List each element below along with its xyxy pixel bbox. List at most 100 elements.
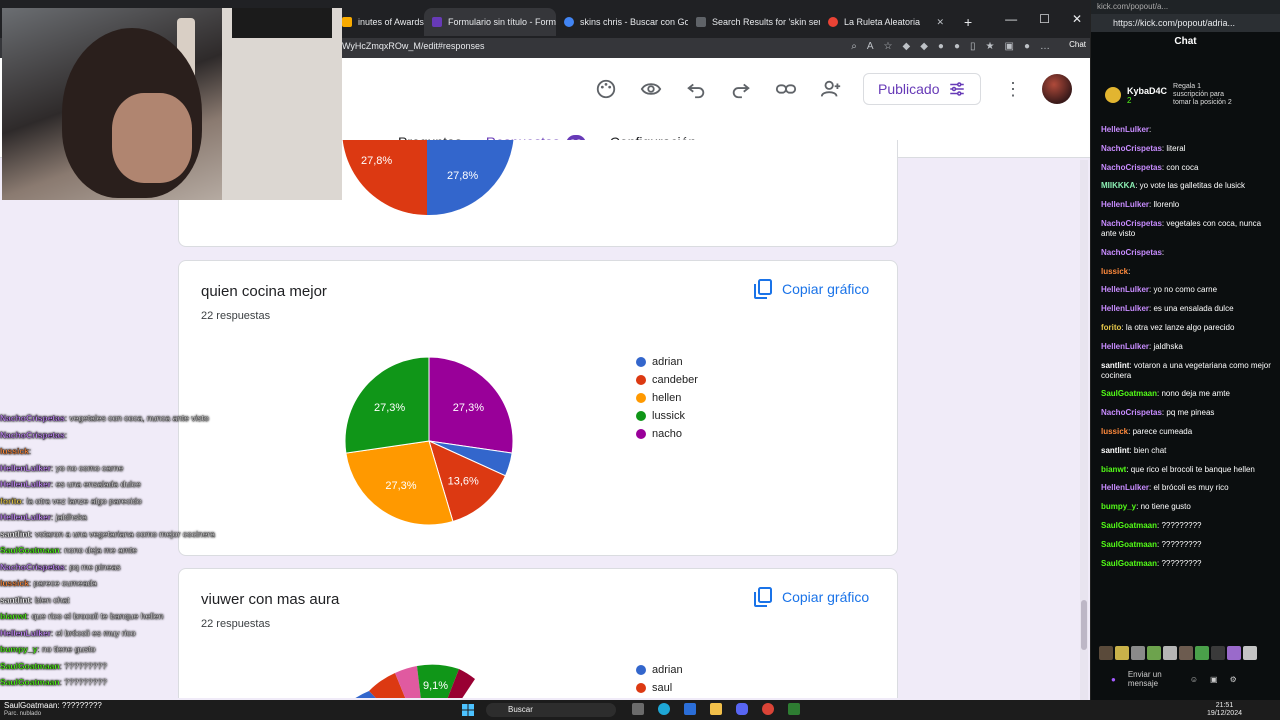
store-icon[interactable] xyxy=(684,703,696,715)
url-text[interactable]: iWyHcZmqxROw_M/edit#responses xyxy=(340,41,484,51)
emoji-icon[interactable]: ☺ xyxy=(1190,675,1198,684)
more-icon[interactable]: … xyxy=(1040,41,1050,52)
discord-icon[interactable] xyxy=(736,703,748,715)
emote-icon[interactable] xyxy=(1227,646,1241,660)
browser-tab[interactable]: inutes of Awards M ✕ xyxy=(334,8,424,36)
redo-icon[interactable] xyxy=(730,78,752,100)
chat-username[interactable]: lussick xyxy=(1101,427,1128,436)
extension-icon[interactable]: ● xyxy=(954,41,960,52)
emote-icon[interactable] xyxy=(1163,646,1177,660)
app-icon[interactable] xyxy=(788,703,800,715)
weather-text: Parc. nublado xyxy=(4,711,42,717)
settings-icon[interactable]: ⚙ xyxy=(1230,675,1237,684)
chat-username[interactable]: SaulGoatmaan xyxy=(1101,540,1157,549)
legend-label: saul xyxy=(652,682,673,694)
read-aloud-icon[interactable]: A xyxy=(867,41,874,52)
chat-username[interactable]: HellenLulker xyxy=(1101,483,1149,492)
chat-input[interactable]: Enviar un mensaje xyxy=(1128,670,1178,688)
chat-username: HellenLulker xyxy=(0,512,52,522)
tab-title: skins chris - Buscar con Goog xyxy=(580,17,688,27)
stream-chat-overlay: NachoCrispetas: vegetales con coca, nunc… xyxy=(0,410,250,691)
mic-icon[interactable]: ● xyxy=(1111,675,1116,684)
copilot-chat-button[interactable]: Chat xyxy=(1069,40,1086,49)
chat-username[interactable]: NachoCrispetas xyxy=(1101,408,1162,417)
file-explorer-icon[interactable] xyxy=(710,703,722,715)
chat-username[interactable]: NachoCrispetas xyxy=(1101,144,1162,153)
palette-icon[interactable] xyxy=(595,78,617,100)
kick-url[interactable]: https://kick.com/popout/adria... xyxy=(1091,14,1280,32)
emote-icon[interactable] xyxy=(1195,646,1209,660)
chat-text: : yo no como carne xyxy=(51,462,124,473)
task-view-icon[interactable] xyxy=(632,703,644,715)
taskbar-widget[interactable]: SaulGoatmaan: ????????? Parc. nublado xyxy=(4,701,102,719)
emote-icon[interactable] xyxy=(1147,646,1161,660)
favorite-star-icon[interactable]: ☆ xyxy=(884,41,893,52)
pin-count: 2 xyxy=(1127,95,1132,105)
chat-username[interactable]: SaulGoatmaan xyxy=(1101,389,1157,398)
overlay-chat-message: bumpy_y: no tiene gusto xyxy=(0,641,250,658)
chat-username[interactable]: SaulGoatmaan xyxy=(1101,559,1157,568)
emote-icon[interactable] xyxy=(1179,646,1193,660)
undo-icon[interactable] xyxy=(685,78,707,100)
chrome-icon[interactable] xyxy=(762,703,774,715)
emote-icon[interactable] xyxy=(1115,646,1129,660)
close-window-icon[interactable]: ✕ xyxy=(1072,12,1082,26)
avatar[interactable] xyxy=(1042,74,1072,104)
kick-chat-window: kick.com/popout/a... https://kick.com/po… xyxy=(1090,0,1280,700)
emote-icon[interactable] xyxy=(1243,646,1257,660)
chat-username[interactable]: HellenLulker xyxy=(1101,200,1149,209)
extension-icon[interactable]: ● xyxy=(938,41,944,52)
browser-tab[interactable]: Search Results for 'skin serie' ✕ xyxy=(688,8,820,36)
chat-username[interactable]: HellenLulker xyxy=(1101,125,1149,134)
copy-chart-button[interactable]: Copiar gráfico xyxy=(754,587,869,607)
chat-username[interactable]: lussick xyxy=(1101,267,1128,276)
chat-username[interactable]: NachoCrispetas xyxy=(1101,248,1162,257)
extension-icon[interactable]: ◆ xyxy=(903,41,911,52)
page-scrollbar[interactable] xyxy=(1080,160,1088,700)
chat-username[interactable]: HellenLulker xyxy=(1101,304,1149,313)
chat-username[interactable]: SaulGoatmaan xyxy=(1101,521,1157,530)
minimize-icon[interactable]: — xyxy=(1005,12,1017,26)
chat-username[interactable]: MIIKKKA xyxy=(1101,181,1135,190)
chat-username[interactable]: santlint xyxy=(1101,446,1129,455)
chat-username[interactable]: forito xyxy=(1101,323,1121,332)
chat-text: : jaldhska xyxy=(51,512,87,522)
close-icon[interactable]: ✕ xyxy=(936,17,944,28)
overlay-chat-message: HellenLulker: es una ensalada dulce xyxy=(0,476,250,493)
browser-tab-active[interactable]: Formulario sin título - Formul ✕ xyxy=(424,8,556,36)
chat-username[interactable]: bumpy_y xyxy=(1101,502,1136,511)
publish-label: Publicado xyxy=(878,81,940,97)
zoom-icon[interactable]: ⌕ xyxy=(851,41,857,52)
emote-icon[interactable] xyxy=(1131,646,1145,660)
profile-icon[interactable]: ● xyxy=(1024,41,1030,52)
emote-icon[interactable] xyxy=(1099,646,1113,660)
chat-username[interactable]: NachoCrispetas xyxy=(1101,163,1162,172)
chat-username[interactable]: HellenLulker xyxy=(1101,342,1149,351)
chat-username[interactable]: santlint xyxy=(1101,361,1129,370)
add-collaborator-icon[interactable] xyxy=(820,78,842,100)
collections-icon[interactable]: ▣ xyxy=(1005,41,1014,52)
chat-username[interactable]: HellenLulker xyxy=(1101,285,1149,294)
favorites-icon[interactable]: ★ xyxy=(986,41,995,52)
gift-icon[interactable]: ▣ xyxy=(1210,675,1218,684)
chat-username[interactable]: NachoCrispetas xyxy=(1101,219,1162,228)
taskbar-search[interactable]: Buscar xyxy=(486,703,616,717)
maximize-icon[interactable]: ☐ xyxy=(1039,12,1050,26)
new-tab-button[interactable]: + xyxy=(956,8,980,36)
extension-icon[interactable]: ◆ xyxy=(920,41,928,52)
taskbar-clock[interactable]: 21:51 19/12/2024 xyxy=(1207,702,1242,718)
edge-icon[interactable] xyxy=(658,703,670,715)
publish-button[interactable]: Publicado xyxy=(863,73,981,105)
browser-tab[interactable]: skins chris - Buscar con Goog ✕ xyxy=(556,8,688,36)
split-screen-icon[interactable]: ▯ xyxy=(970,41,976,52)
link-icon[interactable] xyxy=(775,78,797,100)
windows-start-icon[interactable] xyxy=(462,704,474,716)
copy-chart-button[interactable]: Copiar gráfico xyxy=(754,279,869,299)
more-vert-icon[interactable]: ⋮ xyxy=(1002,78,1024,100)
scrollbar-thumb[interactable] xyxy=(1081,600,1087,650)
kick-sub-leaderboard[interactable]: KybaD4C 2 Regala 1 suscripción para toma… xyxy=(1105,80,1275,110)
preview-eye-icon[interactable] xyxy=(640,78,662,100)
chat-username[interactable]: bianwt xyxy=(1101,465,1126,474)
browser-tab[interactable]: La Ruleta Aleatoria ✕ xyxy=(820,8,952,36)
emote-icon[interactable] xyxy=(1211,646,1225,660)
